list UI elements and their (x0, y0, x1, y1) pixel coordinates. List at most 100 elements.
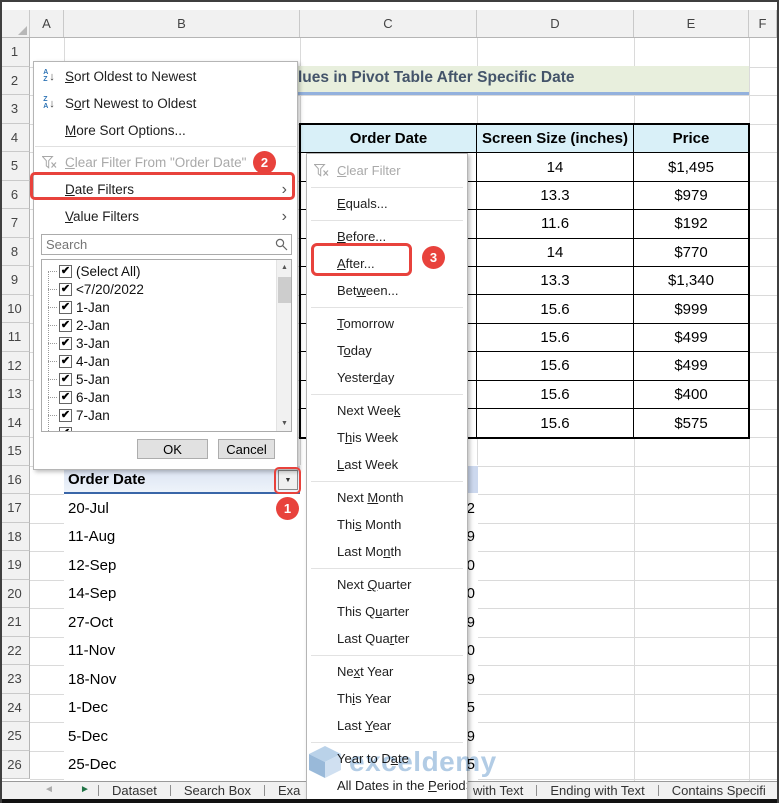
row-header-9[interactable]: 9 (0, 266, 30, 295)
submenu-item-next-week[interactable]: Next Week (307, 397, 467, 424)
row-header-1[interactable]: 1 (0, 38, 30, 67)
row-header-16[interactable]: 16 (0, 465, 30, 494)
column-header-f[interactable]: F (749, 10, 777, 37)
sheet-tab-dataset[interactable]: Dataset (99, 782, 170, 799)
row-header-26[interactable]: 26 (0, 750, 30, 779)
filter-value-5-jan[interactable]: ✔ 5-Jan (42, 370, 275, 388)
row-header-15[interactable]: 15 (0, 437, 30, 466)
submenu-item-equals[interactable]: Equals... (307, 190, 467, 217)
sheet-tab-contains-specifi[interactable]: Contains Specifi (659, 782, 779, 799)
scrollbar[interactable]: ▲ ▼ (276, 260, 291, 431)
row-header-12[interactable]: 12 (0, 351, 30, 380)
filter-dropdown-button[interactable]: ▼ (278, 470, 298, 490)
pivot-date-cell[interactable]: 25-Dec (64, 751, 300, 780)
checkbox-checked-icon[interactable]: ✔ (59, 264, 72, 278)
menu-item-sort-newest-to-oldest[interactable]: Z A ↓ Sort Newest to Oldest (34, 90, 297, 117)
column-header-e[interactable]: E (634, 10, 749, 37)
column-header-a[interactable]: A (30, 10, 64, 37)
submenu-item-yesterday[interactable]: Yesterday (307, 364, 467, 391)
menu-item-more-sort-options[interactable]: More Sort Options... (34, 117, 297, 144)
submenu-item-this-year[interactable]: This Year (307, 685, 467, 712)
filter-value-2-jan[interactable]: ✔ 2-Jan (42, 316, 275, 334)
submenu-item-last-month[interactable]: Last Month (307, 538, 467, 565)
scroll-down-icon[interactable]: ▼ (277, 416, 291, 431)
submenu-item-this-week[interactable]: This Week (307, 424, 467, 451)
row-header-19[interactable]: 19 (0, 551, 30, 580)
submenu-item-all-dates-in-the-period[interactable]: All Dates in the Period› (307, 772, 467, 799)
column-header-d[interactable]: D (477, 10, 634, 37)
submenu-item-this-month[interactable]: This Month (307, 511, 467, 538)
row-header-13[interactable]: 13 (0, 380, 30, 409)
checkbox-checked-icon[interactable]: ✔ (59, 318, 72, 332)
row-header-21[interactable]: 21 (0, 608, 30, 637)
row-header-20[interactable]: 20 (0, 579, 30, 608)
menu-item-sort-oldest-to-newest[interactable]: A Z ↓ Sort Oldest to Newest (34, 63, 297, 90)
tab-scroll-left-icon[interactable]: ◄ (44, 784, 54, 795)
filter-value-4-jan[interactable]: ✔ 4-Jan (42, 352, 275, 370)
checkbox-checked-icon[interactable]: ✔ (59, 390, 72, 404)
submenu-item-next-year[interactable]: Next Year (307, 658, 467, 685)
menu-item-date-filters[interactable]: Date Filters › (34, 176, 297, 203)
checkbox-checked-icon[interactable]: ✔ (59, 354, 72, 368)
pivot-date-cell[interactable]: 11-Aug (64, 523, 300, 552)
pivot-date-cell[interactable]: 1-Dec (64, 694, 300, 723)
search-input[interactable] (41, 234, 292, 255)
submenu-item-last-year[interactable]: Last Year (307, 712, 467, 739)
sheet-tab-search-box[interactable]: Search Box (171, 782, 264, 799)
submenu-item-next-quarter[interactable]: Next Quarter (307, 571, 467, 598)
select-all-corner[interactable] (0, 10, 30, 37)
filter-value-6-jan[interactable]: ✔ 6-Jan (42, 388, 275, 406)
pivot-date-cell[interactable]: 14-Sep (64, 580, 300, 609)
filter-value-7-jan[interactable]: ✔ 7-Jan (42, 406, 275, 424)
sheet-tab-with-text[interactable]: with Text (467, 782, 536, 799)
row-header-11[interactable]: 11 (0, 323, 30, 352)
submenu-item-tomorrow[interactable]: Tomorrow (307, 310, 467, 337)
submenu-item-last-week[interactable]: Last Week (307, 451, 467, 478)
row-header-10[interactable]: 10 (0, 294, 30, 323)
row-header-4[interactable]: 4 (0, 123, 30, 152)
pivot-date-cell[interactable]: 18-Nov (64, 665, 300, 694)
scroll-up-icon[interactable]: ▲ (277, 260, 291, 275)
checkbox-checked-icon[interactable]: ✔ (59, 426, 72, 431)
row-header-7[interactable]: 7 (0, 209, 30, 238)
pivot-date-cell[interactable]: 12-Sep (64, 551, 300, 580)
submenu-item-today[interactable]: Today (307, 337, 467, 364)
checkbox-checked-icon[interactable]: ✔ (59, 300, 72, 314)
row-header-24[interactable]: 24 (0, 693, 30, 722)
checkbox-checked-icon[interactable]: ✔ (59, 282, 72, 296)
filter-value-7-20-2022[interactable]: ✔ <7/20/2022 (42, 280, 275, 298)
submenu-item-next-month[interactable]: Next Month (307, 484, 467, 511)
checkbox-checked-icon[interactable]: ✔ (59, 372, 72, 386)
menu-item-value-filters[interactable]: Value Filters › (34, 203, 297, 230)
cancel-button[interactable]: Cancel (218, 439, 275, 459)
scrollbar-thumb[interactable] (278, 277, 291, 303)
row-header-6[interactable]: 6 (0, 180, 30, 209)
row-header-2[interactable]: 2 (0, 66, 30, 95)
checkbox-checked-icon[interactable]: ✔ (59, 336, 72, 350)
row-header-22[interactable]: 22 (0, 636, 30, 665)
row-header-18[interactable]: 18 (0, 522, 30, 551)
submenu-item-between[interactable]: Between... (307, 277, 467, 304)
row-header-3[interactable]: 3 (0, 95, 30, 124)
row-header-23[interactable]: 23 (0, 665, 30, 694)
pivot-date-cell[interactable]: 5-Dec (64, 722, 300, 751)
submenu-item-last-quarter[interactable]: Last Quarter (307, 625, 467, 652)
filter-value-select-all[interactable]: ✔ (Select All) (42, 262, 275, 280)
row-header-8[interactable]: 8 (0, 237, 30, 266)
pivot-date-cell[interactable]: 27-Oct (64, 608, 300, 637)
tab-scroll-right-icon[interactable]: ► (80, 784, 90, 795)
row-header-17[interactable]: 17 (0, 494, 30, 523)
column-header-b[interactable]: B (64, 10, 300, 37)
row-header-5[interactable]: 5 (0, 152, 30, 181)
filter-value-partial[interactable]: ✔ (42, 424, 275, 431)
sheet-tab-ending-with-text[interactable]: Ending with Text (537, 782, 657, 799)
submenu-item-this-quarter[interactable]: This Quarter (307, 598, 467, 625)
column-header-c[interactable]: C (300, 10, 477, 37)
row-header-25[interactable]: 25 (0, 722, 30, 751)
pivot-date-cell[interactable]: 20-Jul (64, 494, 300, 523)
checkbox-checked-icon[interactable]: ✔ (59, 408, 72, 422)
submenu-item-before[interactable]: Before... (307, 223, 467, 250)
submenu-item-year-to-date[interactable]: Year to Date (307, 745, 467, 772)
pivot-date-cell[interactable]: 11-Nov (64, 637, 300, 666)
filter-value-1-jan[interactable]: ✔ 1-Jan (42, 298, 275, 316)
